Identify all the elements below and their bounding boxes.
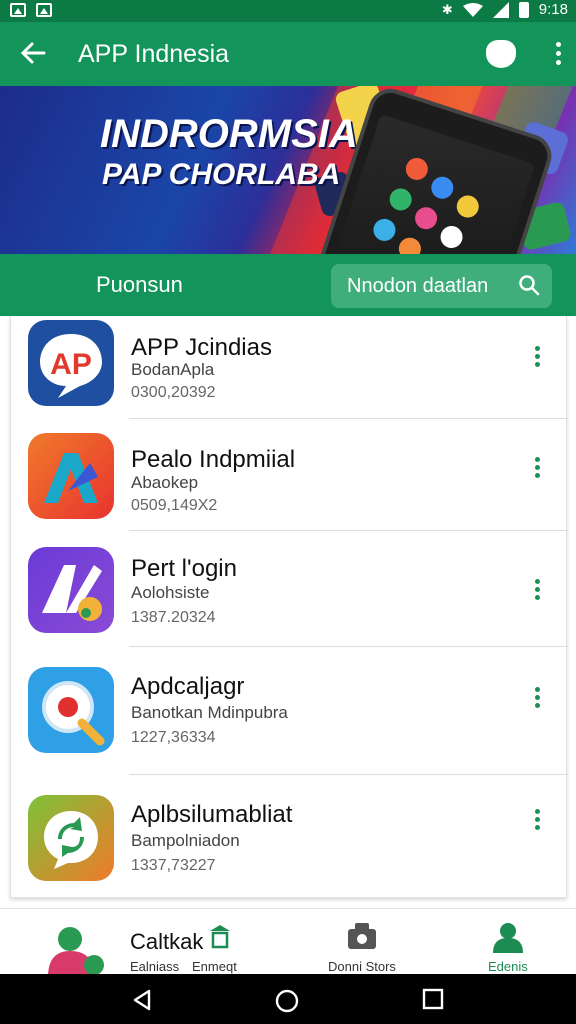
- app-downloads: 0300,20392: [131, 384, 216, 401]
- app-developer: Banotkan Mdinpubra: [131, 703, 288, 722]
- chat-refresh-icon: [28, 795, 114, 881]
- list-item[interactable]: Pert l'ogin Aolohsiste 1387.20324: [11, 531, 568, 647]
- app-developer: BodanApla: [131, 360, 215, 379]
- nav-category-sub: Enmeqt: [192, 959, 237, 974]
- app-developer: Aolohsiste: [131, 583, 210, 602]
- promo-banner[interactable]: INDRORMSIA PAP CHORLABA: [0, 86, 576, 254]
- nav-category-sub: Ealniass: [130, 959, 180, 974]
- filter-bar: Puonsun Nnodon daatlan: [0, 254, 576, 316]
- image-notification-icon: [36, 3, 52, 17]
- more-options-icon[interactable]: [532, 457, 542, 478]
- nav-tab-profile[interactable]: Edenis: [488, 959, 528, 974]
- list-item[interactable]: Pealo Indpmiial Abaokep 0509,149X2: [11, 419, 568, 531]
- signal-icon: [492, 1, 509, 18]
- search-input[interactable]: Nnodon daatlan: [331, 264, 552, 308]
- security-shield-icon[interactable]: [486, 40, 516, 68]
- profile-icon[interactable]: [490, 921, 526, 953]
- more-options-icon[interactable]: [554, 42, 562, 65]
- app-name: Apdcaljagr: [131, 673, 245, 700]
- more-options-icon[interactable]: [532, 346, 542, 367]
- recents-square-icon[interactable]: [422, 988, 444, 1010]
- list-item[interactable]: Aplbsilumabliat Bampolniadon 1337,73227: [11, 775, 568, 898]
- app-downloads: 1227,36334: [131, 729, 216, 746]
- app-downloads: 1387.20324: [131, 609, 216, 626]
- app-name: Aplbsilumabliat: [131, 801, 293, 828]
- app-name: Pealo Indpmiial: [131, 446, 296, 473]
- home-circle-icon[interactable]: [274, 988, 300, 1014]
- nav-tab-store[interactable]: Donni Stors: [328, 959, 396, 974]
- nav-category-title[interactable]: Caltkak: [130, 929, 203, 955]
- back-arrow-icon[interactable]: [18, 38, 48, 68]
- purple-a-icon: [28, 547, 114, 633]
- app-downloads: 1337,73227: [131, 857, 216, 874]
- status-time: 9:18: [538, 1, 568, 18]
- app-developer: Bampolniadon: [131, 831, 240, 850]
- app-name: APP Jcindias: [131, 334, 272, 361]
- back-triangle-icon[interactable]: [130, 988, 154, 1012]
- app-name: Pert l'ogin: [131, 555, 237, 582]
- page-title: APP Indnesia: [78, 40, 230, 68]
- more-options-icon[interactable]: [532, 579, 542, 600]
- list-item[interactable]: AP APP Jcindias BodanApla 0300,20392: [11, 316, 568, 419]
- app-list: AP APP Jcindias BodanApla 0300,20392 Pea…: [10, 316, 568, 898]
- bluetooth-icon: ✱: [441, 1, 453, 17]
- search-placeholder: Nnodon daatlan: [347, 275, 489, 297]
- app-bar: APP Indnesia: [0, 22, 576, 86]
- wifi-icon: [462, 2, 483, 17]
- list-item[interactable]: Apdcaljagr Banotkan Mdinpubra 1227,36334: [11, 647, 568, 775]
- svg-text:AP: AP: [50, 348, 92, 381]
- store-icon[interactable]: [208, 923, 232, 949]
- search-icon[interactable]: [518, 274, 540, 296]
- banner-subheadline: PAP CHORLABA: [102, 158, 341, 191]
- arrow-a-icon: [28, 433, 114, 519]
- app-downloads: 0509,149X2: [131, 497, 218, 514]
- banner-headline: INDRORMSIA: [100, 112, 358, 156]
- more-options-icon[interactable]: [532, 809, 542, 830]
- more-options-icon[interactable]: [532, 687, 542, 708]
- status-bar: ✱ 9:18: [0, 0, 576, 22]
- system-navigation-bar: [0, 974, 576, 1024]
- avatar[interactable]: [44, 921, 106, 977]
- bottom-navigation: Caltkak Ealniass Enmeqt Donni Stors Eden…: [0, 908, 576, 977]
- magnifier-icon: [28, 667, 114, 753]
- filter-label[interactable]: Puonsun: [96, 272, 183, 298]
- ap-speech-bubble-icon: AP: [28, 320, 114, 406]
- app-developer: Abaokep: [131, 473, 199, 492]
- download-store-icon[interactable]: [346, 921, 378, 951]
- battery-icon: [518, 1, 529, 18]
- gallery-notification-icon: [10, 3, 26, 17]
